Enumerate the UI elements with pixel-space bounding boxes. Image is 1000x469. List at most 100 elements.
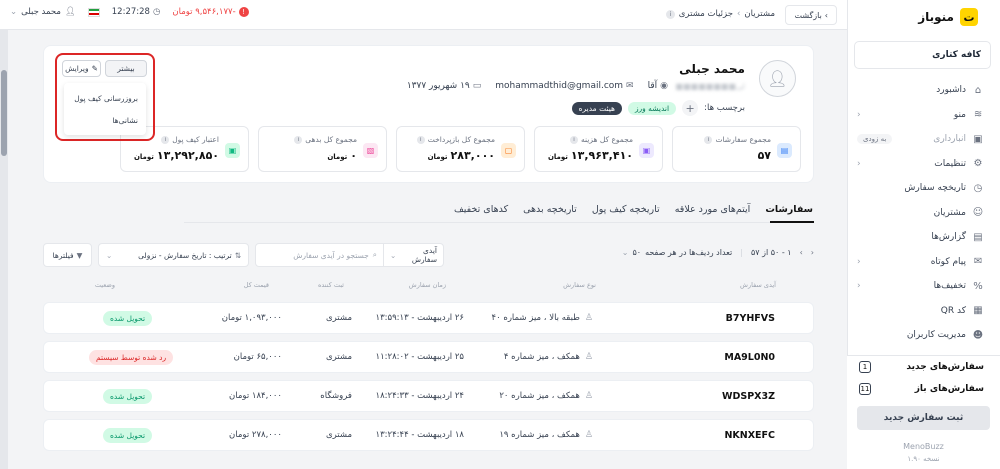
sidebar-item-label: پیام کوتاه [930, 256, 966, 267]
stat-label-wrap: اعتبار کیف پول i [161, 135, 219, 144]
order-type-value: همکف ، میز شماره ۴ [503, 352, 580, 362]
balance[interactable]: ! -۹,۵۴۶,۱۷۷ تومان [172, 7, 249, 17]
status-badge: تحویل شده [103, 389, 153, 404]
table-row[interactable]: B7YHFVS ♙ طبقه بالا ، میز شماره ۴۰ ۲۶ اردیب… [43, 302, 814, 334]
balance-value: -۹,۵۴۶,۱۷۷ تومان [172, 7, 236, 17]
stat-label-wrap: مجموع سفارشات i [704, 135, 771, 144]
sidebar-item-7[interactable]: ✉ پیام کوتاه ‹ [847, 250, 1000, 275]
scrollbar[interactable] [0, 30, 8, 469]
menu-item-addresses[interactable]: نشانی‌ها [64, 109, 146, 131]
next-page-icon[interactable]: › [800, 248, 803, 257]
stat-value-wrap: ۲۸۳,۰۰۰ تومان [428, 149, 495, 162]
sidebar-item-4[interactable]: ◷ تاریخچه سفارش [847, 176, 1000, 201]
tag[interactable]: اندیشه ورز [627, 101, 677, 115]
brand[interactable]: ت منوباز [918, 8, 978, 26]
chevron-left-icon: ‹ [857, 281, 861, 292]
search-field-select[interactable]: آیدی سفارش ⌄ [383, 244, 443, 266]
info-icon[interactable]: i [704, 135, 713, 144]
info-icon[interactable]: i [569, 135, 578, 144]
sidebar-item-6[interactable]: ▤ گزارش‌ها [847, 225, 1000, 250]
stat-unit: تومان [133, 153, 154, 161]
wallet-icon: ▣ [225, 143, 240, 158]
sidebar-item-2[interactable]: ▣ انبارداری به زودی [847, 127, 1000, 152]
status-badge: تحویل شده [103, 428, 153, 443]
gender-value: آقا [647, 81, 658, 91]
creator: مشتری [325, 430, 352, 440]
open-orders-counter[interactable]: سفارش‌های باز 11 [847, 378, 1000, 400]
scrollbar-thumb[interactable] [1, 70, 7, 156]
sidebar-item-10[interactable]: ☻ مدیریت کاربران [847, 323, 1000, 348]
cost-icon: ▣ [639, 143, 654, 158]
edit-button[interactable]: ✎ ویرایش [62, 60, 101, 77]
breadcrumb-separator-icon: › [737, 9, 741, 19]
tag[interactable]: هیئت مدیره [571, 101, 622, 115]
tab-favorites[interactable]: آیتم‌های مورد علاقه [675, 204, 751, 215]
prev-page-icon[interactable]: ‹ [811, 248, 814, 257]
sort-select[interactable]: ⇅ ترتیب : تاریخ سفارش - نزولی ⌄ [98, 243, 249, 267]
user-menu[interactable]: 👤︎ محمد جبلی ⌄ [10, 7, 76, 17]
sidebar-item-9[interactable]: ▦ کد QR [847, 299, 1000, 324]
sidebar-item-3[interactable]: ⚙ تنظیمات ‹ [847, 152, 1000, 177]
order-id[interactable]: MA9L0N0 [724, 352, 775, 363]
stat-unit: تومان [547, 153, 568, 161]
tab-wallet-history[interactable]: تاریخچه کیف پول [592, 204, 660, 215]
open-orders-label: سفارش‌های باز [914, 384, 984, 394]
info-icon[interactable]: i [294, 135, 303, 144]
sidebar-item-label: گزارش‌ها [931, 232, 966, 243]
order-id[interactable]: WDSPX3Z [722, 391, 775, 402]
tab-debt-history[interactable]: تاریخچه بدهی [523, 204, 577, 215]
stat-label: مجموع کل بازپرداخت [427, 135, 495, 144]
cafe-selector[interactable]: کافه کتاری [854, 41, 991, 69]
order-id[interactable]: B7YHFVS [726, 313, 775, 324]
table-row[interactable]: NKNXEFC ♙ همکف ، میز شماره ۱۹ ۱۸ اردیبهشت -… [43, 419, 814, 451]
table-row[interactable]: WDSPX3Z ♙ همکف ، میز شماره ۲۰ ۲۴ اردیبهشت -… [43, 380, 814, 412]
new-order-button[interactable]: ثبت سفارش جدید [857, 406, 990, 430]
avatar: 👤︎ [759, 60, 796, 97]
status-badge: تحویل شده [103, 311, 153, 326]
info-icon[interactable]: i [416, 135, 425, 144]
pagination: ‹ › ۱ - ۵۰ از ۵۷ | تعداد ردیف‌ها در هر ص… [622, 248, 814, 257]
sidebar-item-5[interactable]: ☺ مشتریان [847, 201, 1000, 226]
total-price: ۲۷۸,۰۰۰ تومان [229, 430, 282, 440]
sidebar-item-0[interactable]: ⌂ داشبورد [847, 78, 1000, 103]
stat-value-wrap: ۱۳,۹۶۳,۴۱۰ تومان [548, 149, 633, 162]
more-button[interactable]: بیشتر [105, 60, 147, 77]
person-icon: ♙ [584, 430, 593, 440]
coming-soon-badge: به زودی [857, 134, 893, 145]
add-tag-button[interactable]: + [682, 100, 699, 116]
col-order-type: نوع سفارش [563, 281, 596, 289]
filters-button[interactable]: ▼ فیلترها [43, 243, 92, 267]
pager-range: ۱ - ۵۰ از ۵۷ [750, 248, 792, 257]
order-id[interactable]: NKNXEFC [724, 430, 775, 441]
total-price: ۱,۰۹۳,۰۰۰ تومان [221, 313, 282, 323]
creator: فروشگاه [320, 391, 352, 401]
breadcrumb-parent[interactable]: مشتریان [744, 9, 775, 19]
stat-card: ▧ مجموع کل بدهی i ۰ تومان [258, 126, 387, 172]
breadcrumb: مشتریان › جزئیات مشتری i [665, 9, 775, 19]
per-page[interactable]: تعداد ردیف‌ها در هر صفحه ۵۰ ⌄ [622, 248, 732, 257]
warning-icon: ! [238, 7, 249, 17]
back-button[interactable]: › بازگشت [785, 5, 837, 25]
breadcrumb-current: جزئیات مشتری [678, 9, 733, 19]
dashboard-icon: ⌂ [974, 84, 982, 96]
col-status: وضعیت [94, 281, 115, 289]
search-input[interactable]: ⌕ جستجو در آیدی سفارش [256, 250, 383, 260]
order-type: ♙ همکف ، میز شماره ۴ [504, 352, 593, 362]
tab-discount-codes[interactable]: کدهای تخفیف [454, 204, 508, 215]
sidebar-bottom: سفارش‌های جدید 1 سفارش‌های باز 11 ثبت سف… [847, 355, 1000, 469]
info-icon[interactable]: i [665, 9, 675, 19]
sidebar-item-1[interactable]: ≋ منو ‹ [847, 103, 1000, 128]
menu-item-update-wallet[interactable]: بروزرسانی کیف پول [64, 87, 146, 109]
sidebar-item-8[interactable]: % تخفیف‌ها ‹ [847, 274, 1000, 299]
footer-brand: MenoBuzz [903, 442, 944, 451]
table-row[interactable]: MA9L0N0 ♙ همکف ، میز شماره ۴ ۲۵ اردیبهشت - … [43, 341, 814, 373]
chevron-down-icon: ⌄ [106, 250, 113, 260]
stat-card: ▣ مجموع کل هزینه i ۱۳,۹۶۳,۴۱۰ تومان [534, 126, 663, 172]
tab-orders[interactable]: سفارشات [765, 204, 813, 215]
user-icon: 👤︎ [64, 7, 76, 17]
edit-icon: ✎ [91, 64, 98, 73]
creator: مشتری [325, 313, 352, 323]
info-icon[interactable]: i [161, 135, 170, 144]
new-orders-counter[interactable]: سفارش‌های جدید 1 [847, 356, 1000, 378]
sidebar-item-label: داشبورد [936, 85, 966, 96]
